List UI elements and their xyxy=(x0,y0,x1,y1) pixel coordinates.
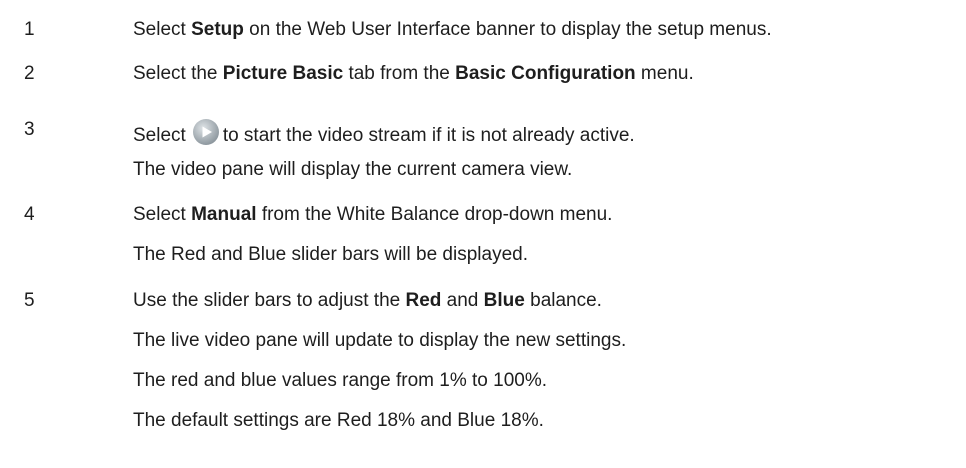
step-emphasis: Setup xyxy=(191,19,244,40)
step-2-text: Select the Picture Basic tab from the Ba… xyxy=(133,62,962,86)
step-4-text: Select Manual from the White Balance dro… xyxy=(133,203,962,227)
step-text: and xyxy=(441,290,484,311)
step-5-text: Use the slider bars to adjust the Red an… xyxy=(133,289,962,313)
step-number: 2 xyxy=(24,63,35,84)
step-text: balance. xyxy=(524,290,602,311)
step-text: Select xyxy=(133,19,192,40)
step-1-text: Select Setup on the Web User Interface b… xyxy=(133,18,962,42)
play-icon xyxy=(192,118,220,146)
step-emphasis: Basic Configuration xyxy=(455,63,636,84)
step-note: The Red and Blue slider bars will be dis… xyxy=(133,244,528,265)
step-text: to start the video stream if it is not a… xyxy=(222,125,635,146)
step-emphasis: Picture Basic xyxy=(222,63,344,84)
step-text: Select the xyxy=(133,63,223,84)
step-text: menu. xyxy=(635,63,694,84)
step-emphasis: Blue xyxy=(483,290,525,311)
step-note: The live video pane will update to displ… xyxy=(133,330,627,351)
step-emphasis: Red xyxy=(405,290,442,311)
step-emphasis: Manual xyxy=(191,204,257,225)
step-3-text: Select to start the video stream if it is… xyxy=(133,118,962,148)
step-text: tab from the xyxy=(343,63,456,84)
step-number: 1 xyxy=(24,19,35,40)
step-text: from the White Balance drop-down menu. xyxy=(256,204,613,225)
step-text: Select xyxy=(133,125,186,146)
step-note: The default settings are Red 18% and Blu… xyxy=(133,410,544,431)
step-number: 3 xyxy=(24,119,35,140)
step-number: 4 xyxy=(24,204,35,225)
step-text: Select xyxy=(133,204,192,225)
step-number: 5 xyxy=(24,290,35,311)
instruction-list: 1 Select Setup on the Web User Interface… xyxy=(0,0,966,468)
step-text: on the Web User Interface banner to disp… xyxy=(243,19,772,40)
step-note: The red and blue values range from 1% to… xyxy=(133,370,548,391)
step-text: Use the slider bars to adjust the xyxy=(133,290,406,311)
step-note: The video pane will display the current … xyxy=(133,159,573,180)
